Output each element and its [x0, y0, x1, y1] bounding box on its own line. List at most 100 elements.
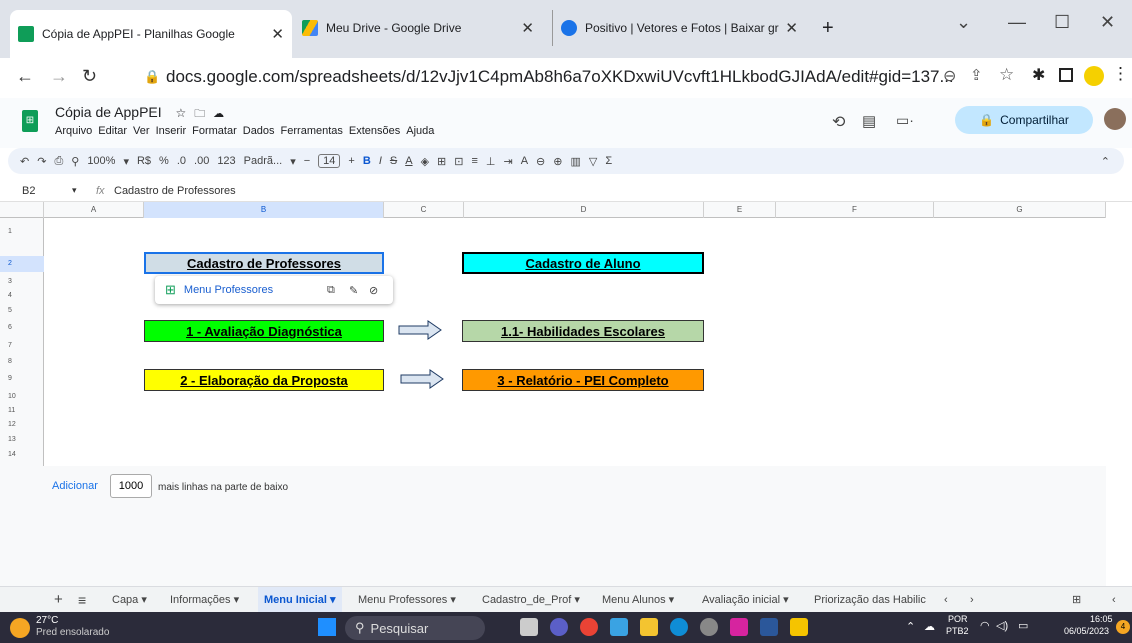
unlink-icon[interactable]: ⊘	[369, 284, 378, 297]
wrap-icon[interactable]: ⇥	[503, 155, 512, 168]
taskbar-search[interactable]: ⚲ Pesquisar	[345, 616, 485, 640]
print-icon[interactable]: ⎙	[54, 155, 63, 168]
close-icon[interactable]: ✕	[521, 19, 534, 37]
number-format-button[interactable]: 123	[217, 155, 235, 167]
notification-badge[interactable]: 4	[1116, 620, 1130, 634]
zoom-select[interactable]: 100%	[87, 155, 115, 167]
menu-extensoes[interactable]: Extensões	[349, 125, 400, 137]
word-icon[interactable]	[760, 618, 778, 636]
tab-positivo[interactable]: Positivo | Vetores e Fotos | Baixar gr ✕	[552, 10, 806, 46]
bold-icon[interactable]: B	[363, 155, 371, 167]
powerbi-icon[interactable]	[790, 618, 808, 636]
weather-icon[interactable]	[10, 618, 30, 638]
menu-editar[interactable]: Editar	[98, 125, 127, 137]
sheet-tab[interactable]: Informações ▾	[164, 587, 245, 613]
row-header[interactable]: 9	[0, 375, 44, 382]
close-icon[interactable]: ✕	[271, 25, 284, 43]
link-icon[interactable]: ⊖	[536, 155, 545, 168]
collapse-icon[interactable]: ⌃	[1101, 155, 1110, 168]
add-rows-input[interactable]: 1000	[110, 474, 152, 498]
sheet-tab[interactable]: Priorização das Habilic	[808, 587, 932, 613]
chevron-up-icon[interactable]: ⌃	[906, 620, 915, 633]
percent-button[interactable]: %	[159, 155, 169, 167]
row-header[interactable]: 10	[0, 393, 44, 400]
battery-icon[interactable]: ▭	[1018, 619, 1028, 632]
edit-icon[interactable]: ✎	[349, 284, 358, 297]
chevron-right-icon[interactable]: ›	[964, 587, 980, 613]
chart-icon[interactable]: ▥	[570, 155, 580, 168]
row-header[interactable]: 5	[0, 307, 44, 314]
merge-icon[interactable]: ⊡	[454, 155, 463, 168]
strikethrough-icon[interactable]: S	[390, 155, 397, 167]
app-icon[interactable]	[610, 618, 628, 636]
font-size-input[interactable]: 14	[318, 154, 341, 168]
cell-habilidades-escolares[interactable]: 1.1- Habilidades Escolares	[462, 320, 704, 342]
zoom-icon[interactable]: ⊖	[943, 66, 956, 86]
menu-formatar[interactable]: Formatar	[192, 125, 237, 137]
menu-inserir[interactable]: Inserir	[156, 125, 187, 137]
collapse-left-icon[interactable]: ‹	[1106, 587, 1122, 613]
column-header[interactable]: C	[384, 202, 464, 218]
volume-icon[interactable]: ◁)	[996, 619, 1008, 632]
all-sheets-icon[interactable]: ≡	[72, 587, 92, 613]
text-color-icon[interactable]: A	[405, 155, 412, 167]
extensions-icon[interactable]: ✱	[1032, 65, 1045, 85]
row-header[interactable]: 1	[0, 228, 44, 235]
settings-icon[interactable]	[700, 618, 718, 636]
windows-start-icon[interactable]	[318, 618, 336, 636]
share-button[interactable]: 🔒 Compartilhar	[955, 106, 1093, 134]
sheet-tab[interactable]: Menu Alunos ▾	[596, 587, 680, 613]
chevron-down-icon[interactable]: ▾	[72, 185, 77, 196]
functions-icon[interactable]: Σ	[605, 155, 612, 167]
profile-avatar[interactable]	[1084, 66, 1104, 86]
sheet-tab[interactable]: Avaliação inicial ▾	[696, 587, 795, 613]
edge-icon[interactable]	[670, 618, 688, 636]
tray-icon[interactable]: ☁	[924, 620, 935, 633]
menu-ferramentas[interactable]: Ferramentas	[281, 125, 343, 137]
weather-desc[interactable]: Pred ensolarado	[36, 627, 109, 638]
currency-button[interactable]: R$	[137, 155, 151, 167]
keyboard-layout[interactable]: PTB2	[946, 626, 969, 636]
row-header[interactable]: 13	[0, 436, 44, 443]
task-view-icon[interactable]	[520, 618, 538, 636]
chevron-down-icon[interactable]: ▾	[290, 155, 296, 168]
italic-icon[interactable]: I	[379, 155, 382, 167]
minimize-icon[interactable]: —	[1008, 12, 1026, 33]
weather-temp[interactable]: 27°C	[36, 615, 58, 626]
share-page-icon[interactable]: ⇪	[970, 66, 983, 84]
cell-relatorio-pei[interactable]: 3 - Relatório - PEI Completo	[462, 369, 704, 391]
formula-input[interactable]: Cadastro de Professores	[114, 185, 236, 197]
menu-professores-link[interactable]: Menu Professores	[184, 284, 273, 296]
fill-color-icon[interactable]: ◈	[421, 155, 429, 168]
row-header[interactable]: 12	[0, 421, 44, 428]
row-header[interactable]: 3	[0, 278, 44, 285]
borders-icon[interactable]: ⊞	[437, 155, 446, 168]
star-icon[interactable]: ☆	[176, 106, 187, 120]
menu-ajuda[interactable]: Ajuda	[406, 125, 434, 137]
paint-format-icon[interactable]: ⚲	[71, 155, 79, 168]
tab-drive[interactable]: Meu Drive - Google Drive ✕	[294, 10, 542, 46]
explore-icon[interactable]: ⊞	[1066, 587, 1087, 613]
tab-spreadsheet[interactable]: Cópia de AppPEI - Planilhas Google ✕	[10, 10, 292, 58]
rotate-icon[interactable]: A	[521, 155, 528, 167]
comment-icon[interactable]: ⊕	[553, 155, 562, 168]
copy-icon[interactable]: ⧉	[327, 284, 335, 297]
row-header[interactable]: 8	[0, 358, 44, 365]
chat-icon[interactable]	[550, 618, 568, 636]
doc-title-text[interactable]: Cópia de AppPEI	[55, 104, 162, 120]
cell-elaboracao-proposta[interactable]: 2 - Elaboração da Proposta	[144, 369, 384, 391]
redo-icon[interactable]: ↷	[37, 155, 46, 168]
clock-date[interactable]: 06/05/2023	[1064, 626, 1109, 636]
column-header[interactable]: D	[464, 202, 704, 218]
row-header[interactable]: 2	[0, 256, 44, 272]
menu-kebab-icon[interactable]: ⋮	[1112, 64, 1129, 84]
increase-decimal-button[interactable]: .00	[194, 155, 209, 167]
sheet-tab[interactable]: Cadastro_de_Prof ▾	[476, 587, 586, 613]
window-close-icon[interactable]: ✕	[1100, 12, 1115, 33]
decrease-decimal-button[interactable]: .0	[177, 155, 186, 167]
column-header[interactable]: A	[44, 202, 144, 218]
close-icon[interactable]: ✕	[785, 19, 798, 37]
history-icon[interactable]: ⟲	[832, 112, 845, 132]
comments-icon[interactable]: ▤	[862, 112, 876, 130]
font-select[interactable]: Padrã...	[244, 155, 283, 167]
